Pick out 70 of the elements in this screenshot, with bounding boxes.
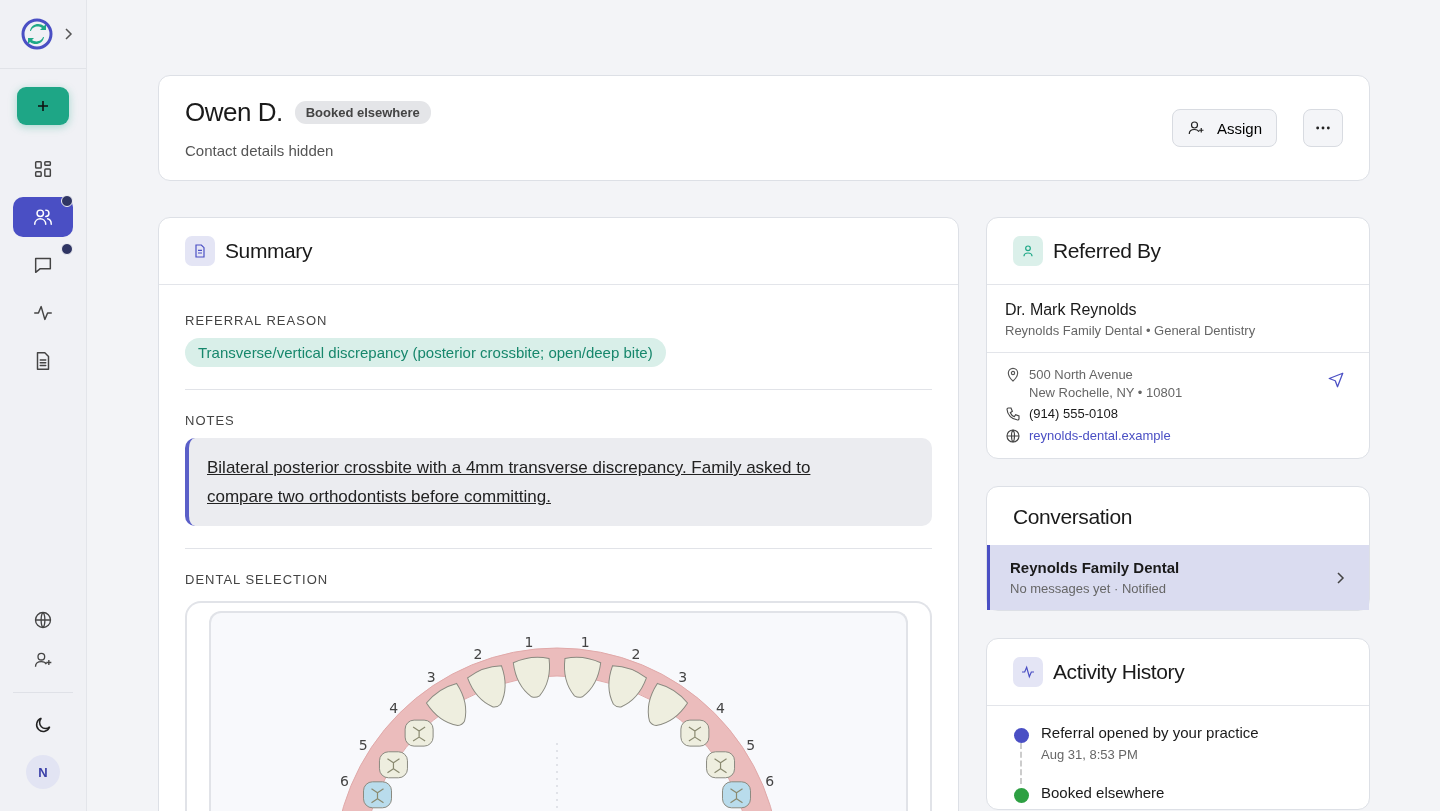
- conversation-status: No messages yet · Notified: [1010, 581, 1168, 596]
- tooth-number: 4: [715, 699, 725, 716]
- phone-icon: [1005, 406, 1021, 422]
- website-link[interactable]: reynolds-dental.example: [1029, 428, 1171, 443]
- more-icon: [1315, 126, 1331, 130]
- dashboard-icon: [32, 158, 54, 180]
- tooth-number: 6: [765, 772, 775, 789]
- add-user-icon[interactable]: [33, 650, 53, 670]
- tooth-number: 5: [746, 737, 756, 754]
- practice-name: Reynolds Family Dental • General Dentistry: [1005, 323, 1257, 338]
- chevron-icon[interactable]: [63, 27, 73, 41]
- person-icon: [1013, 236, 1043, 266]
- patient-name: Owen D.: [185, 97, 283, 128]
- card-title: Activity History: [1053, 660, 1185, 684]
- add-button[interactable]: [17, 87, 69, 125]
- tooth-number: 4: [389, 699, 399, 716]
- assign-button[interactable]: Assign: [1171, 109, 1277, 147]
- tooth[interactable]: [425, 682, 467, 727]
- event-title: Booked elsewhere: [1041, 784, 1165, 801]
- status-tag: Booked elsewhere: [294, 101, 431, 124]
- location-pin-icon: [1005, 367, 1021, 383]
- section-label: DENTAL SELECTION: [185, 572, 329, 587]
- tooth-number: 1: [524, 633, 534, 650]
- tooth-number: 1: [580, 633, 590, 650]
- conversation-item[interactable]: Reynolds Family Dental No messages yet · Notified: [987, 545, 1369, 610]
- tooth[interactable]: [563, 656, 602, 698]
- tooth[interactable]: [363, 781, 392, 809]
- event-time: Aug 31, 8:53 PM: [1041, 747, 1139, 762]
- tooth[interactable]: [512, 656, 551, 698]
- tooth-number: 2: [631, 645, 641, 662]
- activity-icon: [1013, 657, 1043, 687]
- directions-icon[interactable]: [1327, 371, 1345, 389]
- card-title: Referred By: [1053, 239, 1161, 263]
- tooth-number: 6: [339, 772, 349, 789]
- event-title: Referral opened by your practice: [1041, 724, 1259, 741]
- phone-number: (914) 555-0108: [1029, 406, 1118, 421]
- tooth-number: 3: [426, 669, 436, 686]
- doctor-name: Dr. Mark Reynolds: [1005, 301, 1138, 319]
- globe-icon: [1005, 428, 1021, 444]
- address-line: New Rochelle, NY • 10801: [1029, 385, 1184, 400]
- tooth[interactable]: [404, 719, 434, 747]
- nav-item[interactable]: [13, 197, 73, 237]
- notes-text: Bilateral posterior crossbite with a 4mm transverse discrepancy. Family asked to compare two orthodontists before committing.: [185, 438, 932, 526]
- add-user-icon: [1186, 119, 1205, 137]
- section-label: REFERRAL REASON: [185, 313, 328, 328]
- tooth[interactable]: [467, 665, 506, 708]
- card-title: Conversation: [1013, 505, 1132, 528]
- conversation-name: Reynolds Family Dental: [1010, 559, 1180, 576]
- reason-tag: Transverse/vertical discrepancy (posterior crossbite; open/deep bite): [185, 338, 666, 367]
- tooth[interactable]: [378, 751, 408, 779]
- contact-note: Contact details hidden: [185, 142, 335, 159]
- tooth[interactable]: [608, 665, 647, 708]
- moon-icon[interactable]: [33, 715, 53, 735]
- logo[interactable]: [21, 18, 53, 50]
- tooth-number: 2: [473, 645, 483, 662]
- tooth[interactable]: [680, 719, 710, 747]
- tooth-number: 5: [358, 737, 368, 754]
- people-icon: [32, 206, 54, 228]
- tooth[interactable]: [706, 751, 736, 779]
- card-title: Summary: [225, 239, 313, 263]
- globe-icon[interactable]: [33, 610, 53, 630]
- plus-icon: [35, 98, 51, 114]
- document-icon: [185, 236, 215, 266]
- address-line: 500 North Avenue: [1029, 367, 1134, 382]
- tooth[interactable]: [647, 682, 689, 727]
- tooth[interactable]: [722, 781, 751, 809]
- chevron-icon: [1335, 570, 1345, 585]
- tooth-number: 3: [678, 669, 688, 686]
- user-avatar[interactable]: N: [26, 755, 60, 789]
- section-label: NOTES: [185, 413, 235, 428]
